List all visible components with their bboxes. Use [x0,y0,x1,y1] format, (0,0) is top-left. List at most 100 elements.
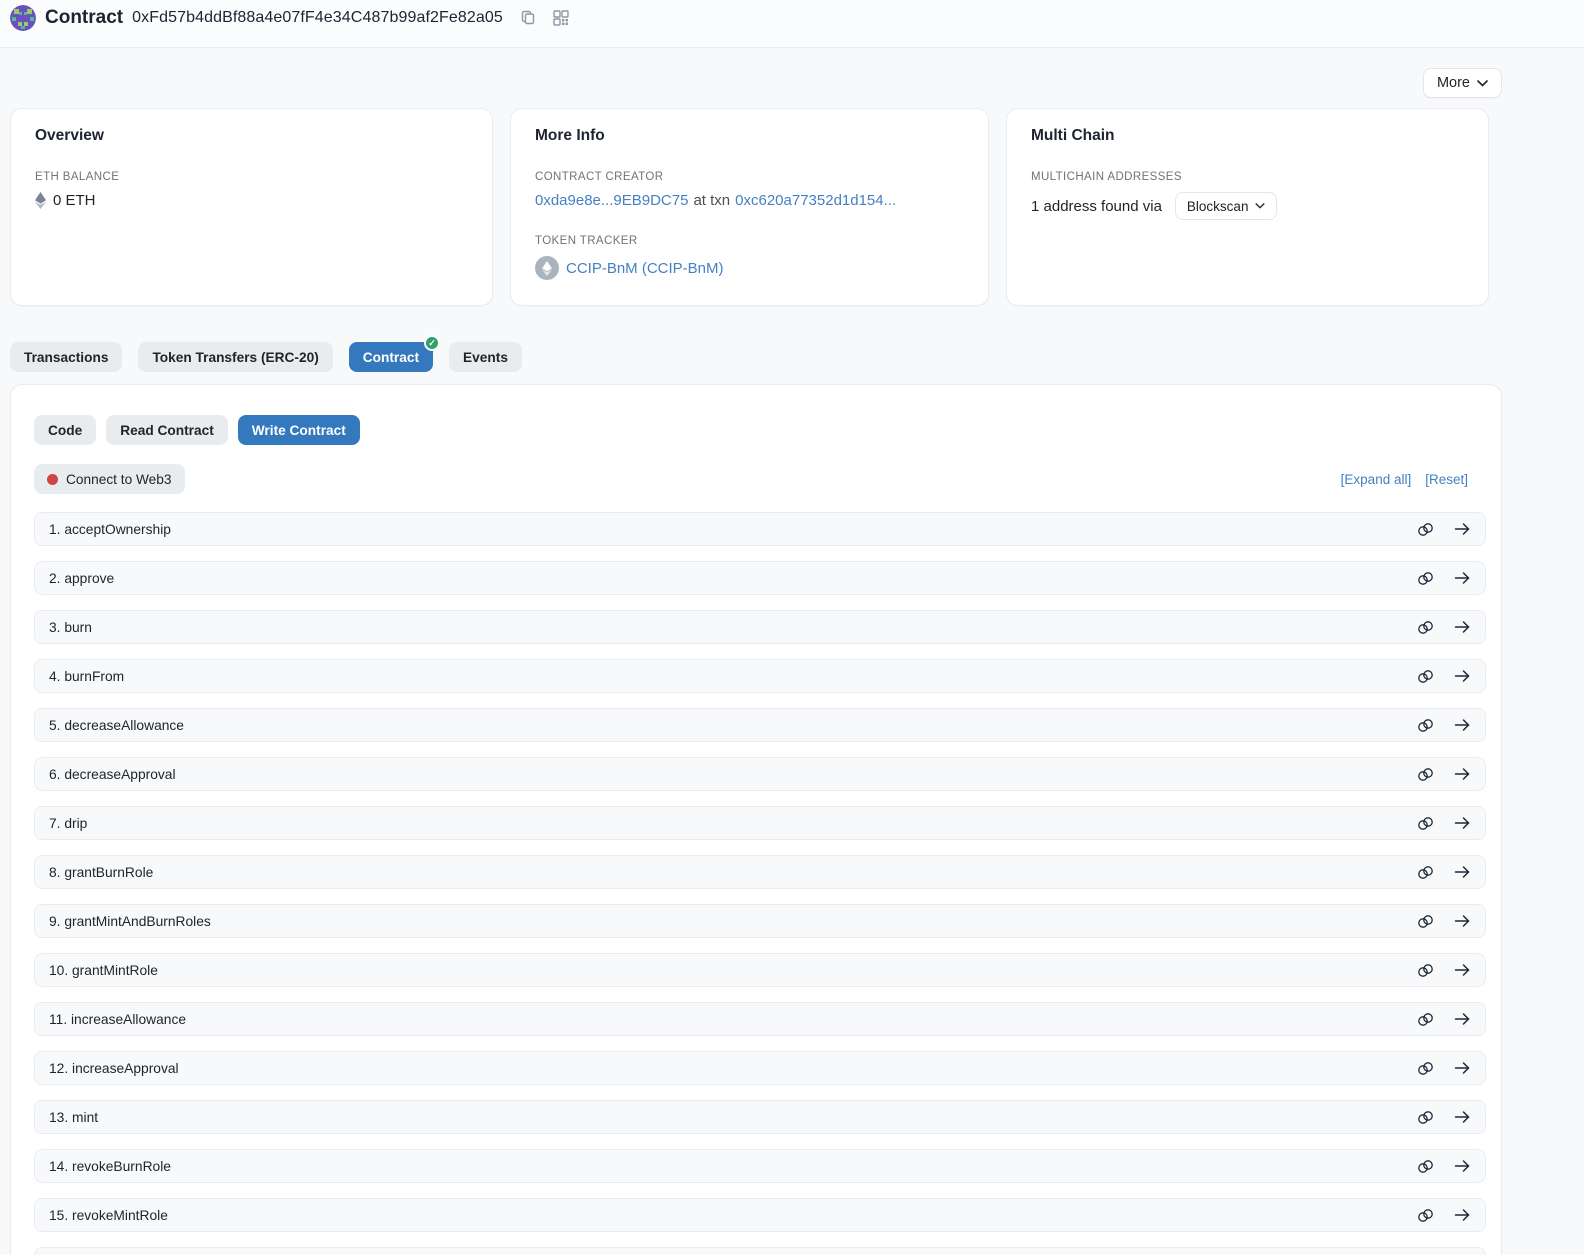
function-row[interactable]: 2. approve [34,561,1486,595]
permalink-icon[interactable] [1417,1208,1434,1223]
function-name: 15. revokeMintRole [49,1208,168,1223]
function-name: 7. drip [49,816,87,831]
function-name: 11. increaseAllowance [49,1012,186,1027]
function-row-partial[interactable] [34,1247,1486,1255]
token-tracker-link[interactable]: CCIP-BnM (CCIP-BnM) [566,260,724,277]
arrow-right-icon[interactable] [1454,914,1471,928]
qr-code-icon[interactable] [553,10,569,26]
function-row[interactable]: 8. grantBurnRole [34,855,1486,889]
multichain-found-text: 1 address found via [1031,198,1162,215]
arrow-right-icon[interactable] [1454,718,1471,732]
function-row[interactable]: 6. decreaseApproval [34,757,1486,791]
function-name: 3. burn [49,620,92,635]
permalink-icon[interactable] [1417,1159,1434,1174]
function-name: 9. grantMintAndBurnRoles [49,914,211,929]
contract-panel: Code Read Contract Write Contract Connec… [10,384,1502,1255]
function-row[interactable]: 9. grantMintAndBurnRoles [34,904,1486,938]
function-name: 14. revokeBurnRole [49,1159,171,1174]
more-info-card-title: More Info [535,127,964,145]
function-name: 10. grantMintRole [49,963,158,978]
more-dropdown-button[interactable]: More [1423,68,1502,98]
eth-balance-value: 0 ETH [53,192,96,209]
chevron-down-icon [1255,203,1265,209]
copy-address-icon[interactable] [520,10,536,26]
multichain-addresses-label: MULTICHAIN ADDRESSES [1031,171,1464,183]
tab-contract-label: Contract [363,350,419,365]
overview-card-title: Overview [35,127,468,145]
creator-address-link[interactable]: 0xda9e8e...9EB9DC75 [535,192,688,209]
function-row[interactable]: 13. mint [34,1100,1486,1134]
function-row[interactable]: 10. grantMintRole [34,953,1486,987]
function-row[interactable]: 5. decreaseAllowance [34,708,1486,742]
creator-connector-text: at txn [693,192,730,209]
function-name: 12. increaseApproval [49,1061,179,1076]
overview-card: Overview ETH BALANCE 0 ETH [10,108,493,306]
arrow-right-icon[interactable] [1454,571,1471,585]
page-header: Contract 0xFd57b4ddBf88a4e07fF4e34C487b9… [0,0,1584,48]
function-name: 13. mint [49,1110,98,1125]
more-info-card: More Info CONTRACT CREATOR 0xda9e8e...9E… [510,108,989,306]
tab-transactions[interactable]: Transactions [10,342,122,372]
permalink-icon[interactable] [1417,620,1434,635]
arrow-right-icon[interactable] [1454,816,1471,830]
function-name: 2. approve [49,571,114,586]
more-dropdown-label: More [1437,75,1470,91]
tab-token-transfers[interactable]: Token Transfers (ERC-20) [138,342,332,372]
blockscan-dropdown[interactable]: Blockscan [1175,192,1278,220]
arrow-right-icon[interactable] [1454,620,1471,634]
permalink-icon[interactable] [1417,767,1434,782]
permalink-icon[interactable] [1417,669,1434,684]
connect-to-web3-button[interactable]: Connect to Web3 [34,464,185,494]
permalink-icon[interactable] [1417,571,1434,586]
permalink-icon[interactable] [1417,522,1434,537]
verified-check-icon: ✓ [424,335,440,351]
permalink-icon[interactable] [1417,1110,1434,1125]
contract-address: 0xFd57b4ddBf88a4e07fF4e34C487b99af2Fe82a… [132,9,503,27]
expand-all-link[interactable]: [Expand all] [1341,472,1412,487]
connection-status-icon [47,474,58,485]
contract-identicon [10,5,36,31]
contract-creator-label: CONTRACT CREATOR [535,171,964,183]
function-name: 8. grantBurnRole [49,865,153,880]
subtab-read-contract[interactable]: Read Contract [106,415,228,445]
token-tracker-label: TOKEN TRACKER [535,235,964,247]
arrow-right-icon[interactable] [1454,1208,1471,1222]
permalink-icon[interactable] [1417,1061,1434,1076]
page-title: Contract [45,7,123,29]
permalink-icon[interactable] [1417,718,1434,733]
write-function-list: 1. acceptOwnership 2. approve [34,512,1486,1232]
ethereum-icon [35,192,46,209]
arrow-right-icon[interactable] [1454,1012,1471,1026]
contract-tabs: Transactions Token Transfers (ERC-20) Co… [10,342,1502,372]
subtab-code[interactable]: Code [34,415,96,445]
multi-chain-card: Multi Chain MULTICHAIN ADDRESSES 1 addre… [1006,108,1489,306]
function-row[interactable]: 4. burnFrom [34,659,1486,693]
function-row[interactable]: 7. drip [34,806,1486,840]
function-row[interactable]: 3. burn [34,610,1486,644]
arrow-right-icon[interactable] [1454,1159,1471,1173]
permalink-icon[interactable] [1417,914,1434,929]
function-row[interactable]: 15. revokeMintRole [34,1198,1486,1232]
arrow-right-icon[interactable] [1454,1110,1471,1124]
arrow-right-icon[interactable] [1454,767,1471,781]
arrow-right-icon[interactable] [1454,522,1471,536]
tab-contract[interactable]: Contract ✓ [349,342,433,372]
permalink-icon[interactable] [1417,865,1434,880]
arrow-right-icon[interactable] [1454,865,1471,879]
function-row[interactable]: 12. increaseApproval [34,1051,1486,1085]
subtab-write-contract[interactable]: Write Contract [238,415,360,445]
permalink-icon[interactable] [1417,816,1434,831]
function-name: 6. decreaseApproval [49,767,176,782]
arrow-right-icon[interactable] [1454,1061,1471,1075]
creation-txn-link[interactable]: 0xc620a77352d1d154... [735,192,896,209]
function-row[interactable]: 11. increaseAllowance [34,1002,1486,1036]
arrow-right-icon[interactable] [1454,963,1471,977]
permalink-icon[interactable] [1417,963,1434,978]
permalink-icon[interactable] [1417,1012,1434,1027]
reset-link[interactable]: [Reset] [1425,472,1468,487]
function-row[interactable]: 1. acceptOwnership [34,512,1486,546]
function-name: 4. burnFrom [49,669,124,684]
tab-events[interactable]: Events [449,342,522,372]
function-row[interactable]: 14. revokeBurnRole [34,1149,1486,1183]
arrow-right-icon[interactable] [1454,669,1471,683]
